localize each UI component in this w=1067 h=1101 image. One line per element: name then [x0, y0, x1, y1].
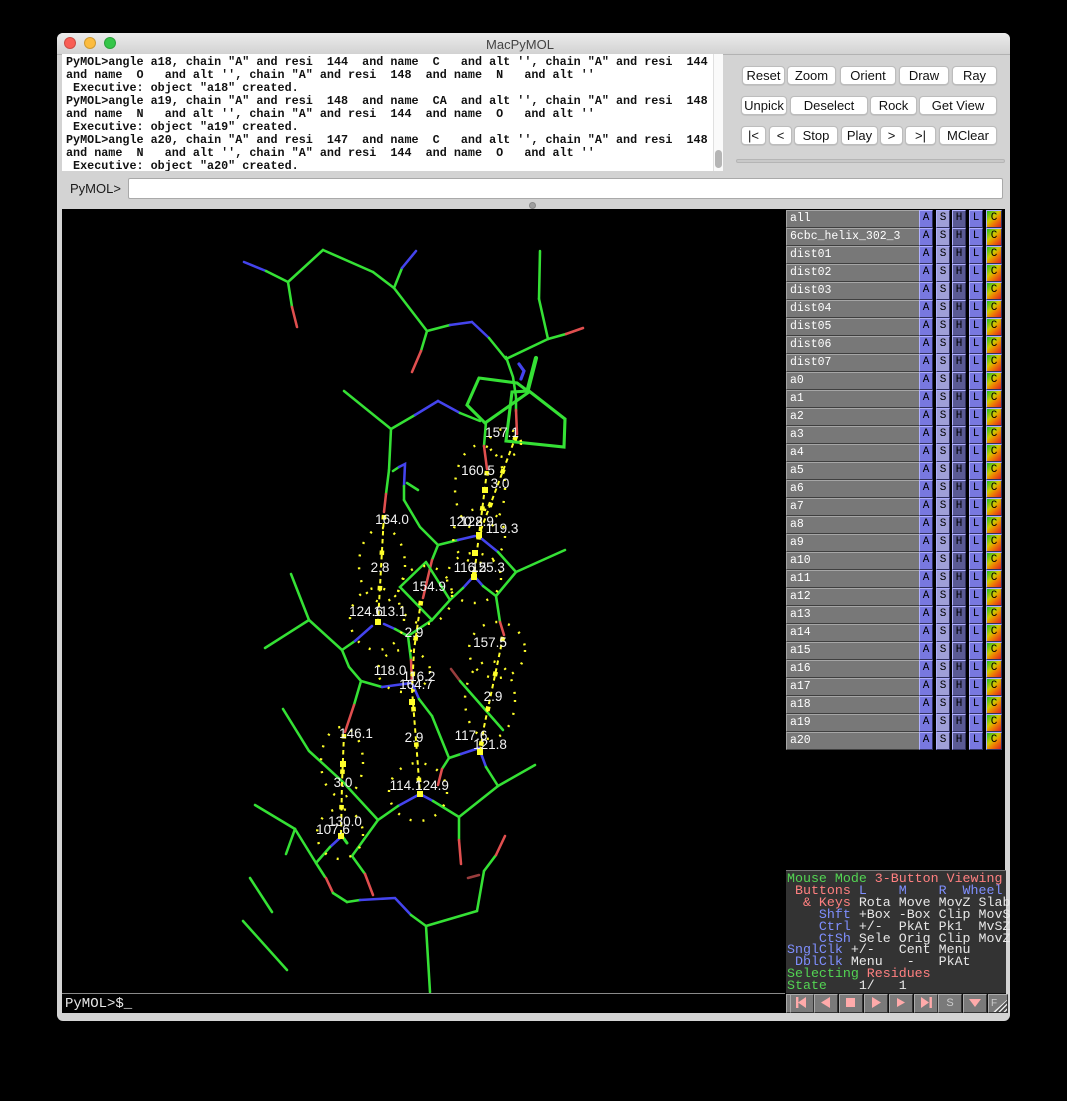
svg-text:164.0: 164.0 [375, 512, 409, 527]
svg-text:125.3: 125.3 [471, 560, 505, 575]
svg-text:121.8: 121.8 [473, 737, 507, 752]
svg-text:146.1: 146.1 [339, 726, 373, 741]
svg-text:2.9: 2.9 [405, 625, 424, 640]
svg-text:157.1: 157.1 [485, 425, 519, 440]
svg-text:154.9: 154.9 [412, 579, 446, 594]
svg-text:119.3: 119.3 [486, 521, 519, 536]
svg-text:157.5: 157.5 [473, 635, 507, 650]
svg-text:124.9: 124.9 [415, 778, 449, 793]
svg-text:164.7: 164.7 [399, 677, 433, 692]
svg-text:113.1: 113.1 [374, 604, 407, 619]
svg-text:3.0: 3.0 [491, 476, 510, 491]
svg-text:2.9: 2.9 [405, 730, 424, 745]
svg-text:118.0: 118.0 [374, 663, 407, 678]
svg-text:2.9: 2.9 [484, 689, 503, 704]
svg-text:2.8: 2.8 [371, 560, 390, 575]
svg-text:3.0: 3.0 [334, 775, 353, 790]
svg-text:107.6: 107.6 [316, 822, 350, 837]
